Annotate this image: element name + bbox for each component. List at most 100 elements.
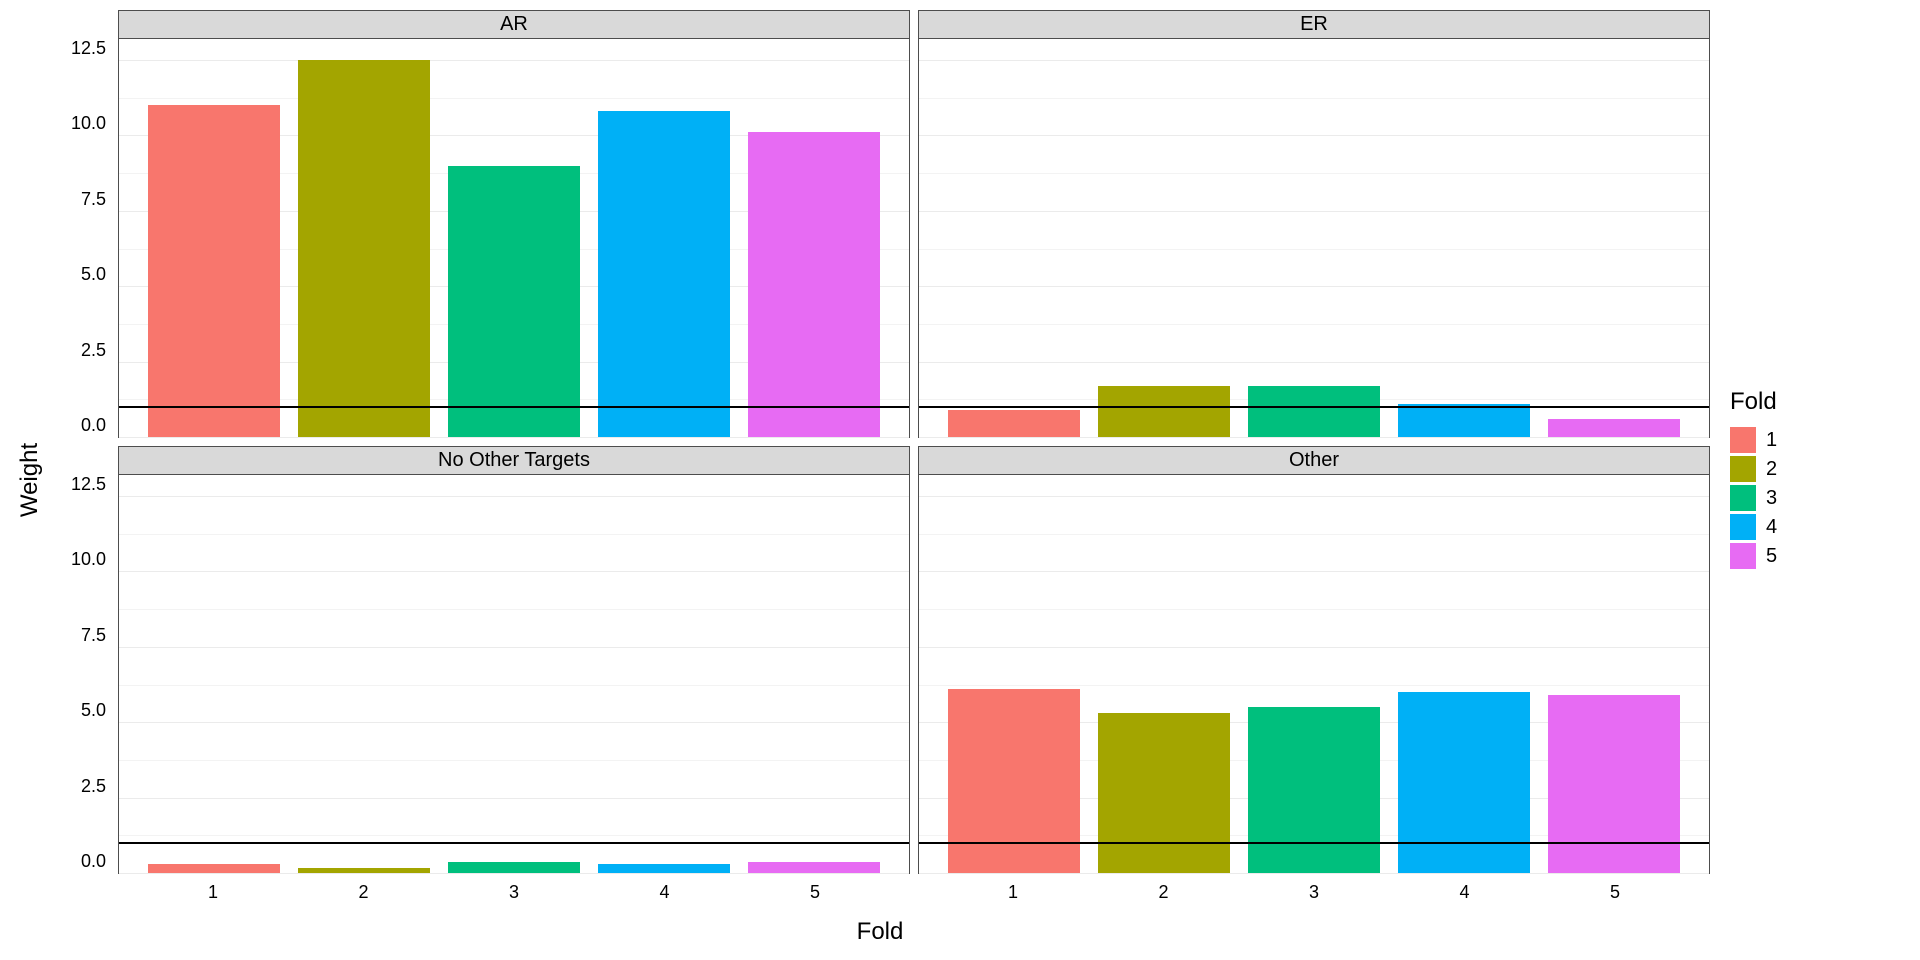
bars	[119, 475, 909, 873]
bar	[1248, 707, 1380, 873]
legend-items: 1 2 3 4 5	[1730, 424, 1910, 572]
bar	[448, 166, 580, 437]
facet-title: Other	[919, 447, 1709, 475]
legend-label: 1	[1766, 429, 1777, 452]
y-tick: 5.0	[81, 264, 106, 285]
y-tick: 0.0	[81, 415, 106, 436]
bar	[1398, 692, 1530, 873]
facet-title: No Other Targets	[119, 447, 909, 475]
facet-grid: 12.510.07.55.02.50.0ARER12.510.07.55.02.…	[50, 10, 1710, 912]
bar-slot	[289, 475, 439, 873]
bar	[1098, 713, 1230, 873]
bar	[948, 410, 1080, 437]
bar-slot	[589, 475, 739, 873]
y-tick-labels: 12.510.07.55.02.50.0	[50, 446, 110, 874]
bar-slot	[1539, 39, 1689, 437]
facet-panel: Other	[918, 446, 1710, 874]
bars	[119, 39, 909, 437]
bar-slot	[439, 39, 589, 437]
y-tick: 2.5	[81, 776, 106, 797]
bar-slot	[1539, 475, 1689, 873]
faceted-bar-chart: Weight 12.510.07.55.02.50.0ARER12.510.07…	[10, 10, 1910, 950]
bar	[948, 689, 1080, 873]
legend-item: 5	[1730, 543, 1910, 569]
x-axis-title-text: Fold	[857, 918, 904, 945]
y-tick: 0.0	[81, 851, 106, 872]
x-axis-title: Fold	[50, 912, 1710, 950]
x-tick: 2	[1088, 882, 1238, 912]
facet-title: AR	[119, 11, 909, 39]
bar-slot	[439, 475, 589, 873]
bar-slot	[1389, 39, 1539, 437]
legend-title: Fold	[1730, 388, 1910, 416]
bar-slot	[739, 39, 889, 437]
reference-line	[119, 842, 909, 844]
facet-panel: ER	[918, 10, 1710, 438]
bar	[298, 868, 430, 873]
y-tick: 10.0	[71, 113, 106, 134]
bar	[1098, 386, 1230, 437]
bar-slot	[589, 39, 739, 437]
bar	[1398, 404, 1530, 437]
bar-slot	[1389, 475, 1539, 873]
y-tick: 7.5	[81, 625, 106, 646]
legend-swatch	[1730, 485, 1756, 511]
legend-item: 4	[1730, 514, 1910, 540]
y-axis-title: Weight	[10, 10, 50, 950]
bar-slot	[939, 475, 1089, 873]
x-tick: 3	[1239, 882, 1389, 912]
legend-label: 3	[1766, 487, 1777, 510]
legend-item: 2	[1730, 456, 1910, 482]
y-tick-labels: 12.5 10.0 7.5 5.0 2.5 0.0	[50, 10, 110, 438]
legend: Fold 1 2 3 4 5	[1710, 10, 1910, 950]
x-tick: 4	[1389, 882, 1539, 912]
x-tick: 1	[138, 882, 288, 912]
facet-body	[919, 39, 1709, 437]
y-tick: 7.5	[81, 189, 106, 210]
bars	[919, 39, 1709, 437]
legend-swatch	[1730, 514, 1756, 540]
y-tick: 10.0	[71, 549, 106, 570]
facet-body	[119, 475, 909, 873]
facet-panel: No Other Targets	[118, 446, 910, 874]
bar	[148, 105, 280, 437]
x-tick: 5	[740, 882, 890, 912]
bars	[919, 475, 1709, 873]
bar	[598, 864, 730, 873]
bar	[448, 862, 580, 873]
legend-label: 2	[1766, 458, 1777, 481]
bar	[748, 132, 880, 437]
facet-body	[919, 475, 1709, 873]
legend-swatch	[1730, 456, 1756, 482]
bar-slot	[1089, 39, 1239, 437]
bar-slot	[139, 475, 289, 873]
x-tick: 5	[1540, 882, 1690, 912]
x-tick: 1	[938, 882, 1088, 912]
y-tick: 12.5	[71, 38, 106, 59]
bar-slot	[1239, 39, 1389, 437]
facet-body	[119, 39, 909, 437]
bar	[598, 111, 730, 437]
bar	[748, 862, 880, 873]
reference-line	[119, 406, 909, 408]
reference-line	[919, 406, 1709, 408]
bar-slot	[139, 39, 289, 437]
bar	[298, 60, 430, 437]
bar-slot	[289, 39, 439, 437]
plot-column: 12.510.07.55.02.50.0ARER12.510.07.55.02.…	[50, 10, 1710, 950]
x-tick-labels: 12345	[118, 882, 910, 912]
legend-item: 1	[1730, 427, 1910, 453]
legend-label: 4	[1766, 516, 1777, 539]
x-tick: 4	[589, 882, 739, 912]
facet-panel: AR	[118, 10, 910, 438]
legend-label: 5	[1766, 545, 1777, 568]
bar-slot	[1089, 475, 1239, 873]
legend-item: 3	[1730, 485, 1910, 511]
legend-swatch	[1730, 543, 1756, 569]
y-tick: 5.0	[81, 700, 106, 721]
x-tick-labels: 12345	[918, 882, 1710, 912]
y-tick: 2.5	[81, 340, 106, 361]
bar-slot	[739, 475, 889, 873]
bar	[148, 864, 280, 873]
bar-slot	[939, 39, 1089, 437]
